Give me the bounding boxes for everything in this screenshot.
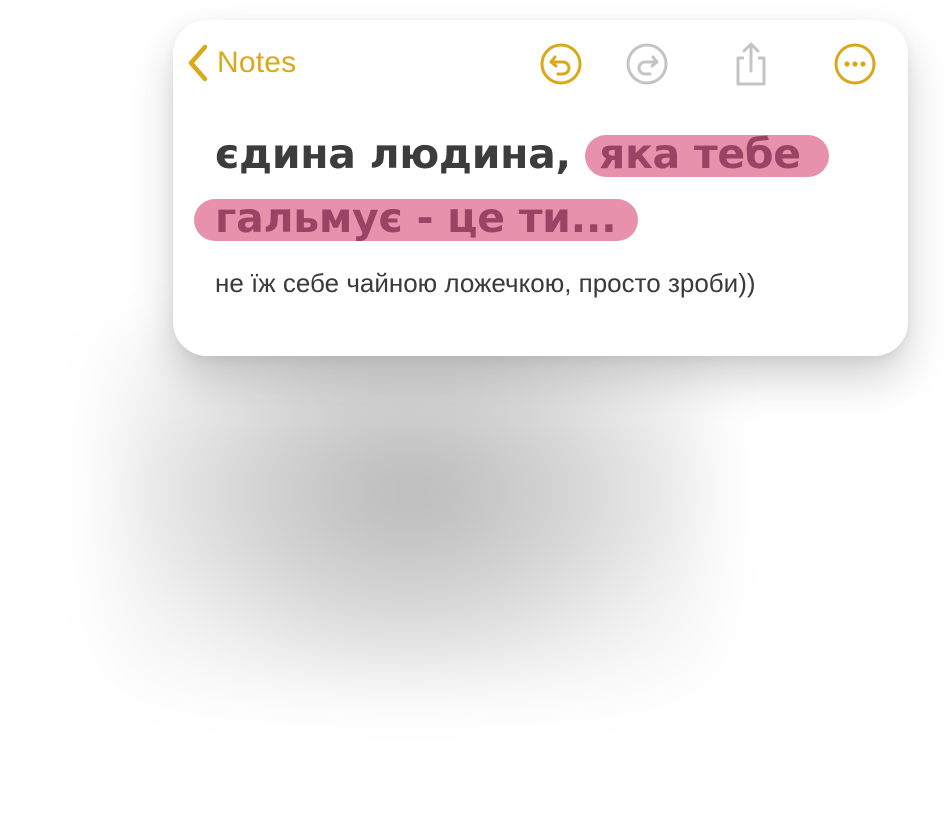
more-icon — [833, 42, 877, 86]
note-title-text: єдина людина, — [215, 130, 571, 178]
back-button[interactable]: Notes — [187, 42, 296, 84]
share-button[interactable] — [729, 42, 773, 86]
more-button[interactable] — [833, 42, 877, 86]
note-card: Notes єдина людина, яка тебе гальмує - ц… — [173, 20, 908, 356]
redo-icon — [625, 42, 669, 86]
note-title-highlight: яка тебе — [599, 130, 801, 178]
card-shadow — [110, 330, 710, 690]
share-icon — [729, 41, 773, 87]
redo-button[interactable] — [625, 42, 669, 86]
undo-button[interactable] — [539, 42, 583, 86]
note-toolbar: Notes — [173, 20, 908, 110]
note-body-text: не їж себе чайною ложечкою, просто зроби… — [215, 268, 756, 298]
chevron-left-icon — [187, 43, 209, 83]
back-button-label: Notes — [217, 46, 297, 79]
note-title-highlight: гальмує - це ти... — [215, 194, 617, 242]
undo-icon — [539, 42, 583, 86]
screenshot-stage: Notes єдина людина, яка тебе гальмує - ц… — [0, 0, 944, 820]
